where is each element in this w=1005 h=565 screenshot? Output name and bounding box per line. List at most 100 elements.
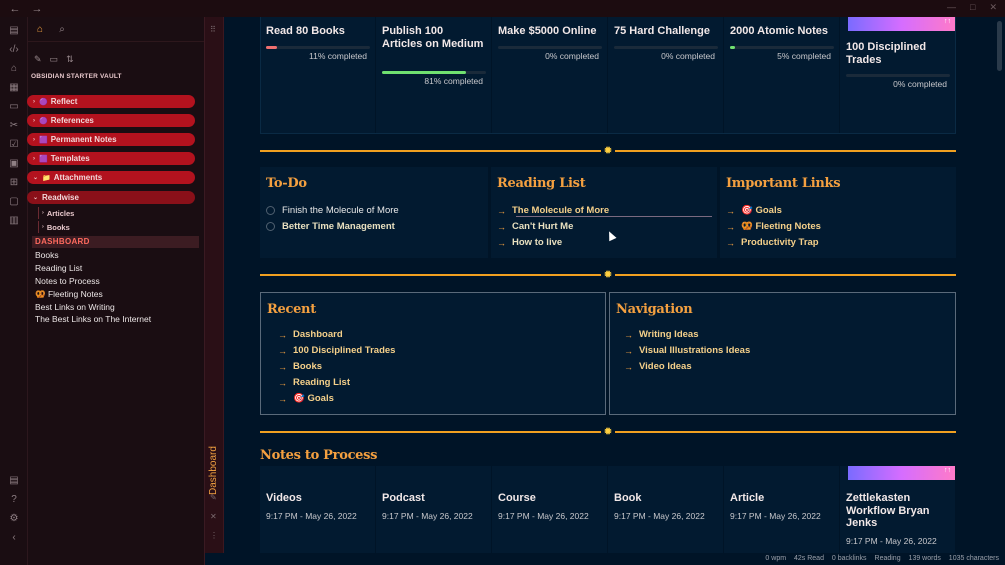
folder-readwise[interactable]: ⌄ Readwise — [27, 191, 195, 204]
file-fleeting-notes[interactable]: 🥨 Fleeting Notes — [35, 288, 103, 300]
close-button[interactable]: ✕ — [989, 2, 997, 13]
new-note-icon[interactable]: ✎ — [34, 54, 42, 65]
document-icon[interactable]: ▭ — [8, 101, 20, 113]
recent-panel: Recent → Dashboard → 100 Disciplined Trade… — [260, 292, 606, 415]
folder-books[interactable]: › Books — [38, 221, 198, 233]
scrollbar-thumb[interactable] — [997, 21, 1002, 71]
link-hover-underline — [516, 216, 712, 217]
note-card[interactable]: Podcast 9:17 PM - May 26, 2022 — [376, 466, 492, 553]
file-best-links-writing[interactable]: Best Links on Writing — [35, 301, 115, 313]
arrow-right-icon: → — [497, 221, 506, 232]
help-icon[interactable]: ? — [8, 494, 20, 506]
important-links-panel: Important Links → 🎯 Goals → 🥨 Fleeting Not… — [720, 167, 956, 258]
folder-label: Templates — [50, 154, 90, 163]
file-reading-list[interactable]: Reading List — [35, 262, 82, 274]
folder-reflect[interactable]: › 🟣 Reflect — [27, 95, 195, 108]
reading-list-title: Reading List — [497, 176, 586, 191]
reading-link[interactable]: → The Molecule of More — [497, 205, 609, 216]
scissors-icon[interactable]: ✂ — [8, 120, 20, 132]
tab-dashboard[interactable]: Dashboard — [207, 445, 221, 497]
todo-item[interactable]: Finish the Molecule of More — [266, 205, 399, 216]
code-icon[interactable]: ‹/› — [8, 44, 20, 56]
status-mode[interactable]: Reading — [875, 555, 901, 562]
recent-link[interactable]: → 100 Disciplined Trades — [278, 345, 395, 356]
more-options-icon[interactable]: ⋮ — [210, 531, 218, 540]
folder-references[interactable]: › 🟣 References — [27, 114, 195, 127]
folder-label: Articles — [46, 208, 75, 218]
folder-articles[interactable]: › Articles — [38, 207, 198, 219]
arrow-left-icon[interactable]: ← — [8, 3, 22, 15]
reading-link[interactable]: → How to live — [497, 237, 562, 248]
todo-item[interactable]: Better Time Management — [266, 221, 395, 232]
collapse-icon[interactable]: ‹ — [8, 532, 20, 544]
sun-icon: ✹ — [601, 268, 615, 282]
arrow-right-icon: → — [726, 205, 735, 216]
search-icon[interactable]: ⌕ — [55, 24, 69, 35]
note-card[interactable]: Videos 9:17 PM - May 26, 2022 — [260, 466, 376, 553]
important-link[interactable]: → 🎯 Goals — [726, 205, 782, 216]
status-bar: 0 wpm 42s Read 0 backlinks Reading 139 w… — [205, 553, 1005, 565]
recent-link[interactable]: → Dashboard — [278, 329, 343, 340]
folder-permanent-notes[interactable]: › 🟪 Permanent Notes — [27, 133, 195, 146]
chevron-right-icon: › — [33, 136, 35, 143]
daily-note-icon[interactable]: ▥ — [8, 215, 20, 227]
bookmark-icon[interactable]: ▢ — [8, 196, 20, 208]
navigation-link[interactable]: → Visual Illustrations Ideas — [624, 345, 750, 356]
minimize-button[interactable]: — — [947, 2, 956, 13]
folder-label: Attachments — [53, 173, 103, 182]
important-link[interactable]: → 🥨 Fleeting Notes — [726, 221, 821, 232]
new-folder-icon[interactable]: ▭ — [50, 54, 59, 65]
file-books[interactable]: Books — [35, 249, 59, 261]
note-card[interactable]: Book 9:17 PM - May 26, 2022 — [608, 466, 724, 553]
note-card[interactable]: Article 9:17 PM - May 26, 2022 — [724, 466, 840, 553]
note-title: Article — [730, 492, 765, 504]
graph-icon[interactable]: ⌂ — [8, 63, 20, 75]
note-card[interactable]: ↑↑ Zettlekasten Workflow Bryan Jenks 9:17 … — [840, 466, 956, 553]
folder-templates[interactable]: › 🟪 Templates — [27, 152, 195, 165]
recent-link[interactable]: → Books — [278, 361, 322, 372]
reading-link[interactable]: → Can't Hurt Me — [497, 221, 573, 232]
status-backlinks[interactable]: 0 backlinks — [832, 555, 867, 562]
note-title: Zettlekasten Workflow Bryan Jenks — [846, 492, 930, 529]
file-best-links-internet[interactable]: The Best Links on The Internet — [35, 313, 151, 325]
arrow-right-icon[interactable]: → — [30, 3, 44, 15]
folder-label: Readwise — [42, 193, 79, 202]
terminal-icon[interactable]: ▣ — [8, 158, 20, 170]
navigation-title: Navigation — [616, 302, 693, 317]
arrow-right-icon: → — [497, 205, 506, 216]
maximize-button[interactable]: □ — [970, 2, 975, 13]
home-icon[interactable]: ⌂ — [33, 24, 47, 35]
edit-icon[interactable]: ✎ — [210, 493, 217, 502]
file-notes-to-process[interactable]: Notes to Process — [35, 275, 100, 287]
close-tab-icon[interactable]: ✕ — [210, 512, 217, 521]
grid-icon[interactable]: ⊞ — [8, 177, 20, 189]
navigation-link[interactable]: → Writing Ideas — [624, 329, 698, 340]
sidebar-toggle-icon[interactable]: ▤ — [8, 25, 20, 37]
note-date: 9:17 PM - May 26, 2022 — [730, 511, 821, 521]
section-divider: ✹ — [260, 425, 956, 439]
important-link[interactable]: → Productivity Trap — [726, 237, 819, 248]
status-characters: 1035 characters — [948, 555, 999, 562]
folder-attachments[interactable]: ⌄ 📁 Attachments — [27, 171, 195, 184]
checklist-icon[interactable]: ☑ — [8, 139, 20, 151]
calendar-icon[interactable]: ▦ — [8, 82, 20, 94]
drag-handle-icon[interactable]: ⠿ — [210, 25, 216, 34]
file-dashboard-active[interactable]: DASHBOARD — [32, 236, 199, 248]
checkbox[interactable] — [266, 206, 275, 215]
recent-link[interactable]: → Reading List — [278, 377, 350, 388]
arrow-right-icon: → — [278, 361, 287, 372]
note-card[interactable]: Course 9:17 PM - May 26, 2022 — [492, 466, 608, 553]
settings-icon[interactable]: ⚙ — [8, 513, 20, 525]
arrow-right-icon: → — [726, 237, 735, 248]
sort-icon[interactable]: ⇅ — [66, 54, 74, 65]
vault-icon[interactable]: ▤ — [8, 475, 20, 487]
todo-title: To-Do — [266, 176, 307, 191]
scrollbar[interactable] — [995, 17, 1005, 553]
title-bar: ← → — □ ✕ — [0, 0, 1005, 17]
navigation-link[interactable]: → Video Ideas — [624, 361, 692, 372]
folder-label: Permanent Notes — [50, 135, 117, 144]
checkbox[interactable] — [266, 222, 275, 231]
recent-link[interactable]: → 🎯 Goals — [278, 393, 334, 404]
folder-emoji-icon: 🟪 — [39, 155, 48, 163]
todo-panel: To-Do Finish the Molecule of More Better… — [260, 167, 488, 258]
